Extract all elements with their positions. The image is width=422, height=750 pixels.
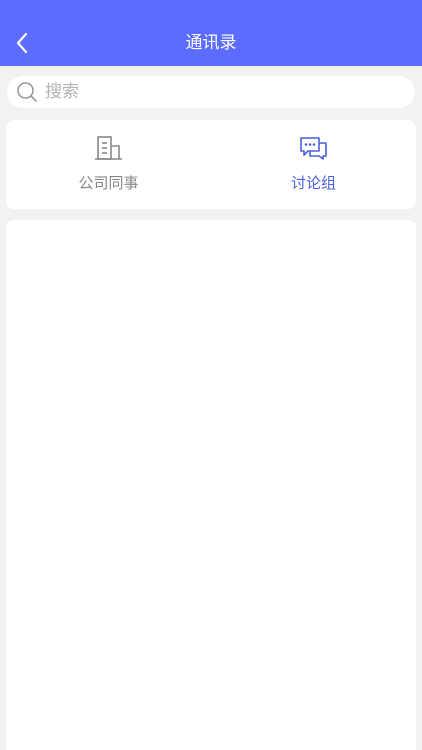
app-screen: 通讯录 公司同事	[0, 0, 422, 750]
building-icon	[94, 133, 124, 163]
tab-label: 公司同事	[78, 174, 139, 192]
page-title: 通讯录	[185, 33, 237, 53]
contact-category-tabs: 公司同事 讨论组	[6, 120, 416, 209]
chat-bubbles-icon	[299, 133, 329, 163]
tab-discussion-groups[interactable]: 讨论组	[211, 120, 416, 209]
contact-list-panel	[6, 220, 416, 750]
top-navbar: 通讯录	[0, 0, 422, 66]
search-icon	[16, 81, 38, 103]
search-input[interactable]	[45, 78, 385, 106]
search-bar[interactable]	[7, 76, 415, 108]
tab-company-colleagues[interactable]: 公司同事	[6, 120, 211, 209]
tab-label: 讨论组	[290, 174, 336, 192]
